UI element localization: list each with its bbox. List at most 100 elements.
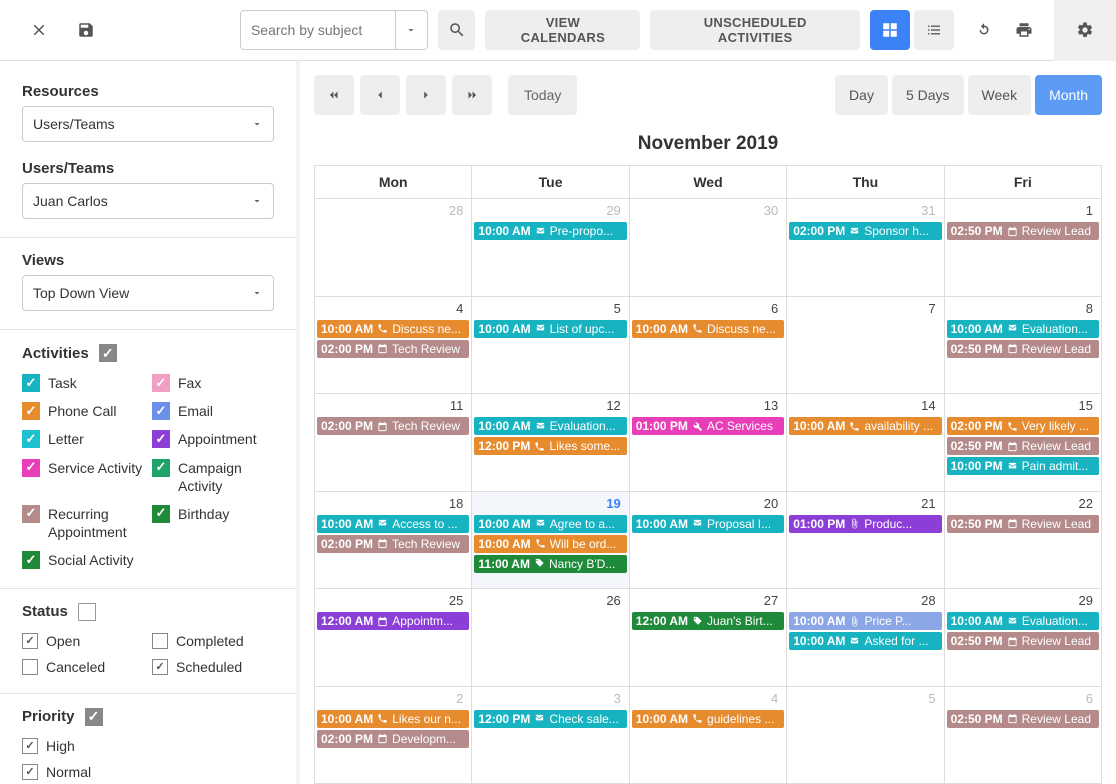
status-checkbox[interactable] (22, 659, 38, 675)
status-item[interactable]: Canceled (22, 659, 144, 675)
calendar-event[interactable]: 12:00 PMLikes some... (474, 437, 626, 455)
day-cell[interactable]: 2010:00 AMProposal I... (630, 492, 787, 590)
day-cell[interactable]: 602:50 PMReview Lead (945, 687, 1102, 784)
day-cell[interactable]: 1301:00 PMAC Services (630, 394, 787, 492)
view-calendars-button[interactable]: VIEW CALENDARS (485, 10, 640, 50)
views-select[interactable]: Top Down View (22, 275, 274, 311)
activity-item[interactable]: Campaign Activity (152, 459, 274, 495)
nav-next-button[interactable] (406, 75, 446, 115)
priority-checkbox[interactable] (22, 764, 38, 780)
activity-item[interactable]: Fax (152, 374, 274, 392)
resources-select[interactable]: Users/Teams (22, 106, 274, 142)
calendar-event[interactable]: 10:00 AMEvaluation... (947, 320, 1099, 338)
calendar-event[interactable]: 10:00 AMEvaluation... (474, 417, 626, 435)
activity-checkbox[interactable] (152, 374, 170, 392)
users-teams-select[interactable]: Juan Carlos (22, 183, 274, 219)
save-button[interactable] (67, 10, 104, 50)
day-cell[interactable]: 510:00 AMList of upc... (472, 297, 629, 395)
activity-item[interactable]: Letter (22, 430, 144, 448)
calendar-event[interactable]: 10:00 PMPain admit... (947, 457, 1099, 475)
activity-item[interactable]: Task (22, 374, 144, 392)
activity-item[interactable]: Email (152, 402, 274, 420)
calendar-event[interactable]: 02:00 PMTech Review (317, 340, 469, 358)
activity-checkbox[interactable] (152, 505, 170, 523)
calendar-event[interactable]: 10:00 AMDiscuss ne... (317, 320, 469, 338)
calendar-event[interactable]: 10:00 AMAccess to ... (317, 515, 469, 533)
calendar-event[interactable]: 02:00 PMDevelopm... (317, 730, 469, 748)
calendar-event[interactable]: 02:50 PMReview Lead (947, 437, 1099, 455)
activity-checkbox[interactable] (152, 402, 170, 420)
settings-button[interactable] (1065, 10, 1105, 50)
calendar-event[interactable]: 10:00 AMList of upc... (474, 320, 626, 338)
calendar-event[interactable]: 10:00 AMAgree to a... (474, 515, 626, 533)
calendar-event[interactable]: 10:00 AMPre-propo... (474, 222, 626, 240)
calendar-event[interactable]: 02:50 PMReview Lead (947, 632, 1099, 650)
calendar-event[interactable]: 02:50 PMReview Lead (947, 340, 1099, 358)
activity-item[interactable]: Recurring Appointment (22, 505, 144, 541)
day-cell[interactable]: 2101:00 PMProduc... (787, 492, 944, 590)
day-cell[interactable]: 26 (472, 589, 629, 687)
calendar-event[interactable]: 01:00 PMProduc... (789, 515, 941, 533)
activity-checkbox[interactable] (22, 374, 40, 392)
calendar-event[interactable]: 10:00 AMPrice P... (789, 612, 941, 630)
priority-item[interactable]: Normal (22, 764, 274, 780)
nav-prev-far-button[interactable] (314, 75, 354, 115)
day-cell[interactable]: 312:00 PMCheck sale... (472, 687, 629, 784)
calendar-event[interactable]: 02:00 PMTech Review (317, 417, 469, 435)
activity-checkbox[interactable] (22, 551, 40, 569)
range-day-button[interactable]: Day (835, 75, 888, 115)
activity-item[interactable]: Phone Call (22, 402, 144, 420)
activity-checkbox[interactable] (152, 459, 170, 477)
priority-checkbox[interactable] (22, 738, 38, 754)
status-item[interactable]: Completed (152, 633, 274, 649)
day-cell[interactable]: 810:00 AMEvaluation...02:50 PMReview Lea… (945, 297, 1102, 395)
day-cell[interactable]: 1410:00 AMavailability ... (787, 394, 944, 492)
view-grid-button[interactable] (870, 10, 910, 50)
search-button[interactable] (438, 10, 475, 50)
search-input[interactable] (240, 10, 396, 50)
day-cell[interactable]: 30 (630, 199, 787, 297)
calendar-event[interactable]: 02:50 PMReview Lead (947, 515, 1099, 533)
activity-checkbox[interactable] (22, 402, 40, 420)
activity-checkbox[interactable] (22, 459, 40, 477)
day-cell[interactable]: 1210:00 AMEvaluation...12:00 PMLikes som… (472, 394, 629, 492)
priority-item[interactable]: High (22, 738, 274, 754)
day-cell[interactable]: 1502:00 PMVery likely ...02:50 PMReview … (945, 394, 1102, 492)
day-cell[interactable]: 102:50 PMReview Lead (945, 199, 1102, 297)
status-item[interactable]: Scheduled (152, 659, 274, 675)
unscheduled-activities-button[interactable]: UNSCHEDULED ACTIVITIES (650, 10, 860, 50)
range-5days-button[interactable]: 5 Days (892, 75, 964, 115)
activity-checkbox[interactable] (22, 430, 40, 448)
day-cell[interactable]: 7 (787, 297, 944, 395)
activity-checkbox[interactable] (152, 430, 170, 448)
day-cell[interactable]: 1910:00 AMAgree to a...10:00 AMWill be o… (472, 492, 629, 590)
day-cell[interactable]: 2810:00 AMPrice P...10:00 AMAsked for ..… (787, 589, 944, 687)
calendar-event[interactable]: 10:00 AMEvaluation... (947, 612, 1099, 630)
day-cell[interactable]: 2202:50 PMReview Lead (945, 492, 1102, 590)
day-cell[interactable]: 2712:00 AMJuan's Birt... (630, 589, 787, 687)
calendar-event[interactable]: 12:00 AMAppointm... (317, 612, 469, 630)
range-month-button[interactable]: Month (1035, 75, 1102, 115)
day-cell[interactable]: 5 (787, 687, 944, 784)
search-dropdown-toggle[interactable] (396, 10, 428, 50)
print-button[interactable] (1004, 10, 1044, 50)
calendar-event[interactable]: 02:00 PMSponsor h... (789, 222, 941, 240)
status-item[interactable]: Open (22, 633, 144, 649)
calendar-event[interactable]: 10:00 AMLikes our n... (317, 710, 469, 728)
status-checkbox[interactable] (22, 633, 38, 649)
view-list-button[interactable] (914, 10, 954, 50)
nav-next-far-button[interactable] (452, 75, 492, 115)
day-cell[interactable]: 28 (315, 199, 472, 297)
day-cell[interactable]: 2512:00 AMAppointm... (315, 589, 472, 687)
calendar-event[interactable]: 02:50 PMReview Lead (947, 710, 1099, 728)
refresh-button[interactable] (964, 10, 1004, 50)
range-week-button[interactable]: Week (968, 75, 1032, 115)
nav-prev-button[interactable] (360, 75, 400, 115)
close-button[interactable] (20, 10, 57, 50)
calendar-event[interactable]: 02:00 PMTech Review (317, 535, 469, 553)
day-cell[interactable]: 1102:00 PMTech Review (315, 394, 472, 492)
activity-item[interactable]: Birthday (152, 505, 274, 541)
day-cell[interactable]: 410:00 AMDiscuss ne...02:00 PMTech Revie… (315, 297, 472, 395)
status-master-checkbox[interactable] (78, 603, 96, 621)
calendar-event[interactable]: 02:50 PMReview Lead (947, 222, 1099, 240)
